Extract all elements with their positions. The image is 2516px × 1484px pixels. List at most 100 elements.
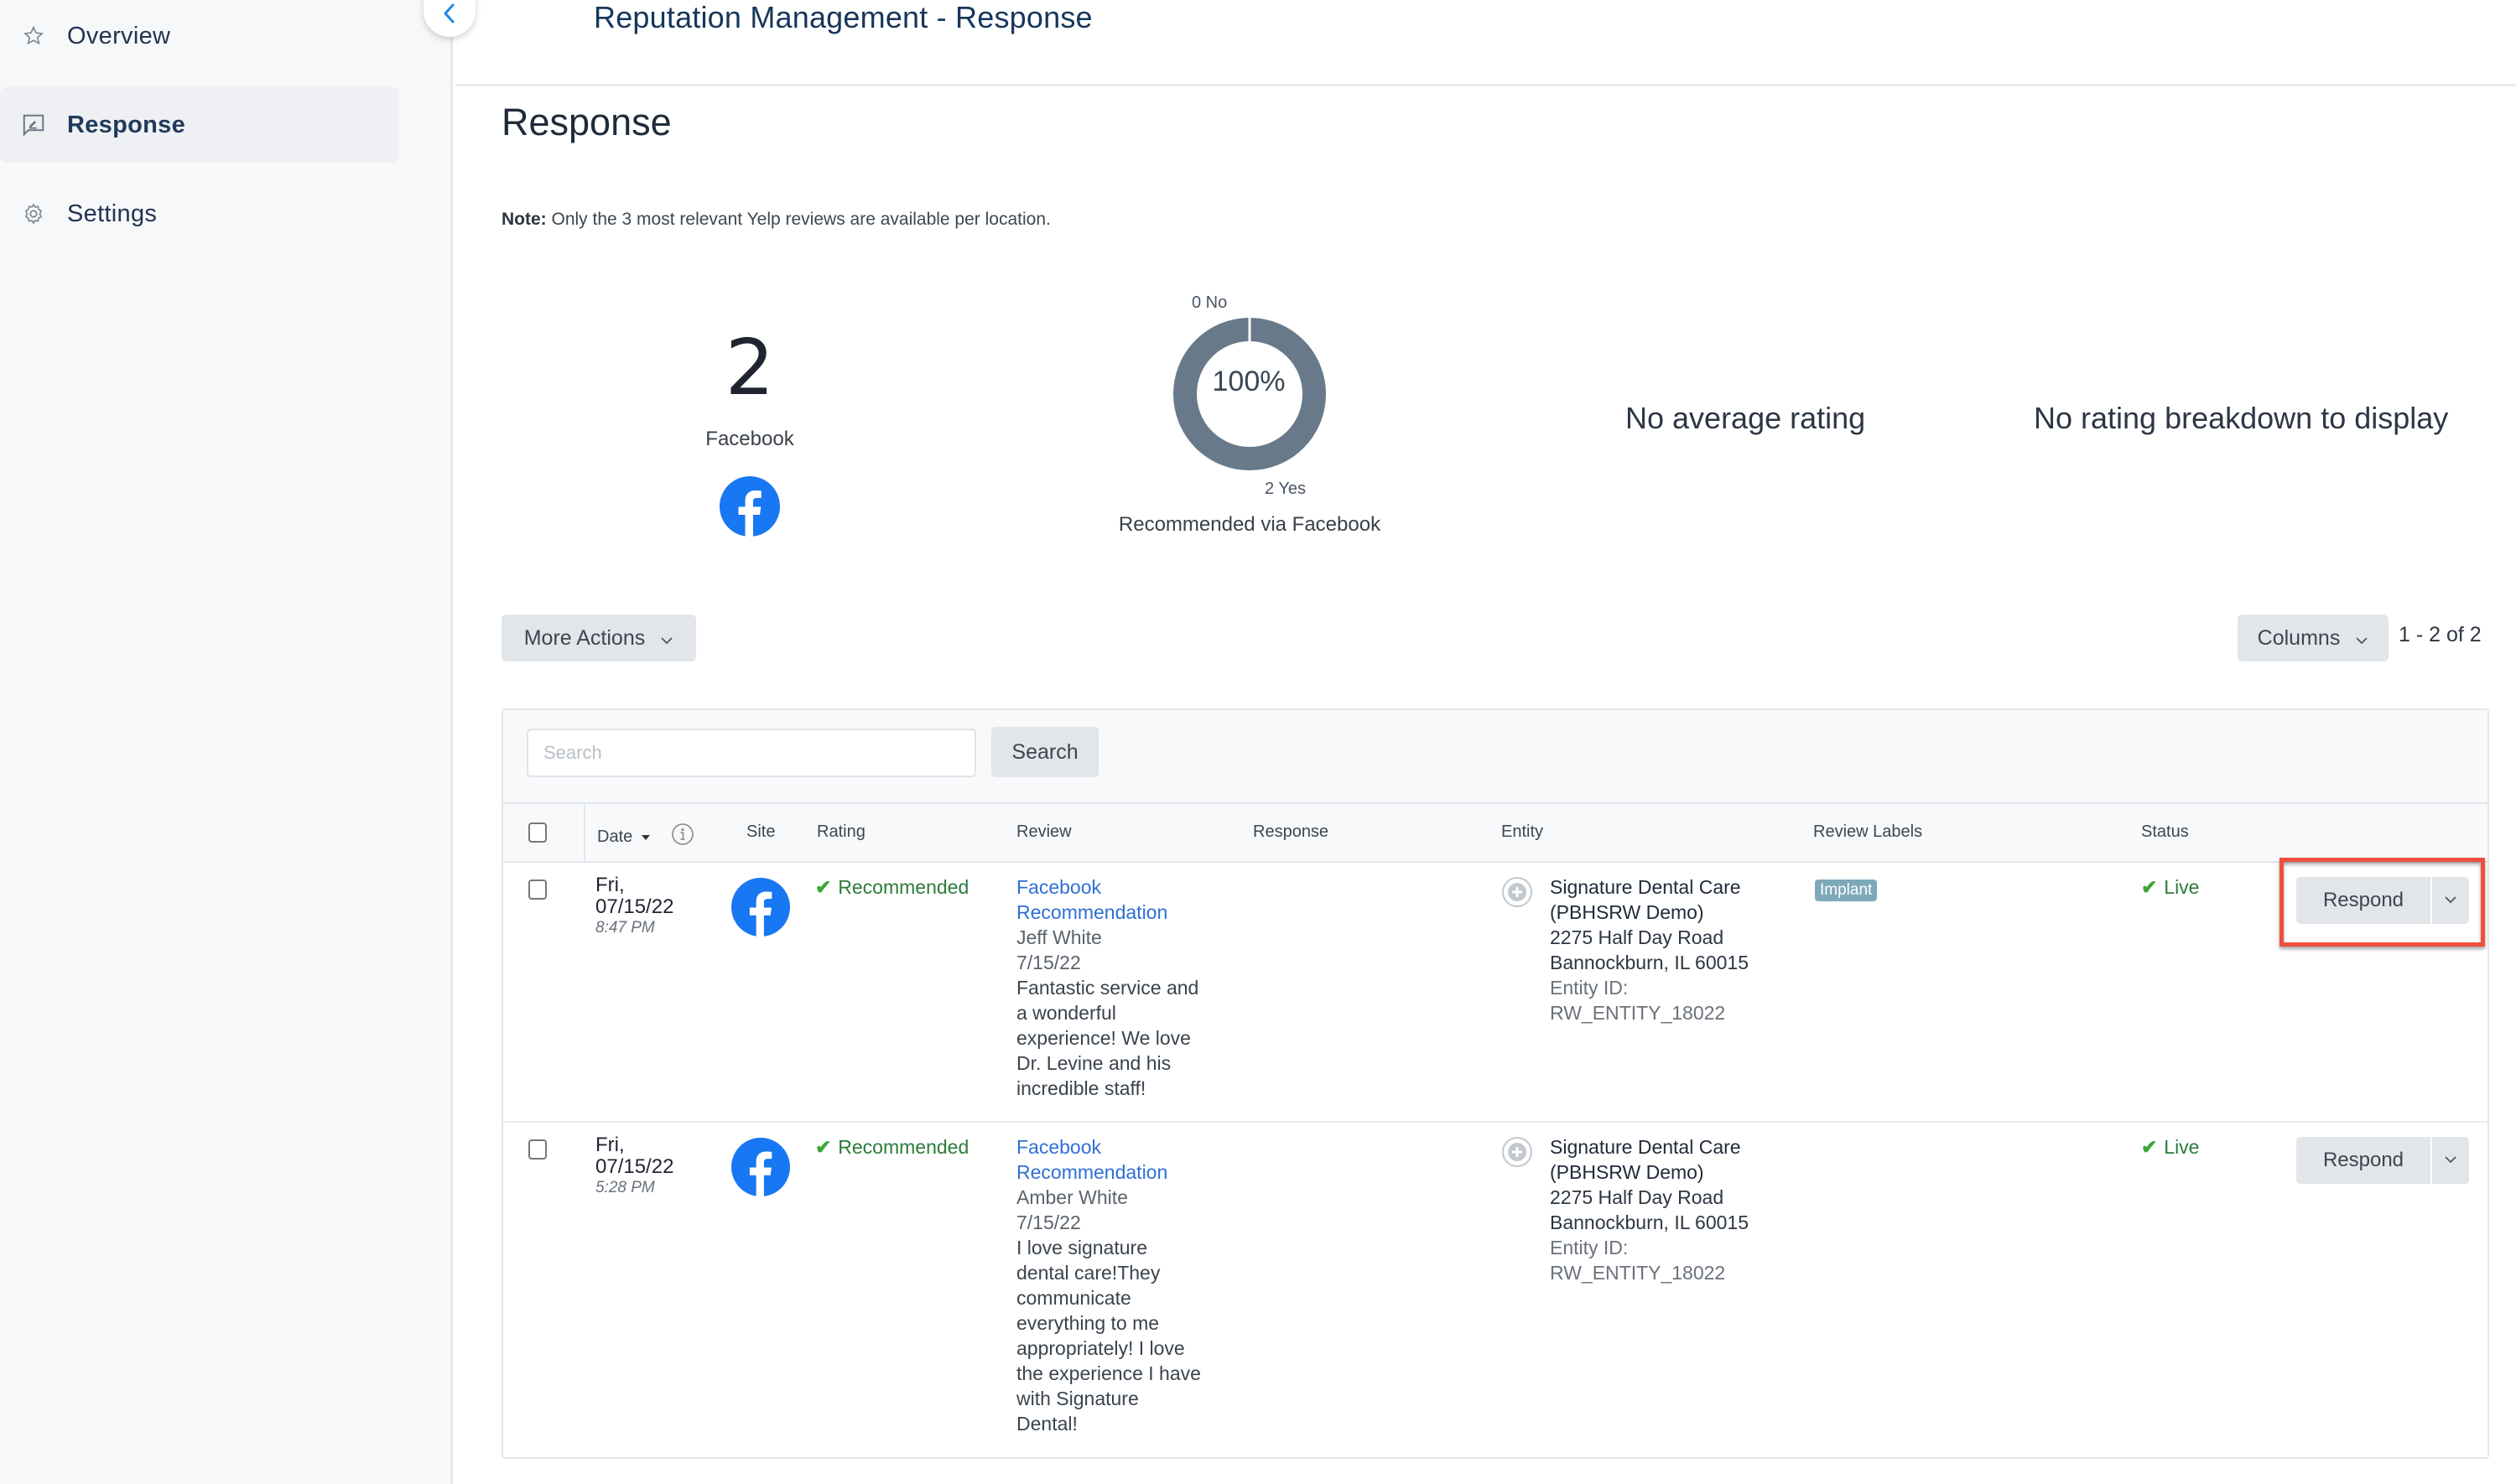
- more-actions-button[interactable]: More Actions: [502, 615, 696, 662]
- review-cell: Facebook Recommendation Amber White 7/15/…: [1016, 1134, 1235, 1436]
- review-body-line: Dental!: [1016, 1413, 1078, 1435]
- sidebar-item-settings[interactable]: Settings: [0, 176, 399, 252]
- review-link[interactable]: Facebook Recommendation: [1016, 874, 1235, 925]
- note-label: Note:: [502, 210, 547, 229]
- date-cell: Fri, 07/15/22 8:47 PM: [595, 874, 673, 938]
- row-checkbox[interactable]: [528, 880, 547, 900]
- sidebar-item-overview[interactable]: Overview: [0, 0, 399, 72]
- review-body-line: dental care!They: [1016, 1262, 1161, 1284]
- table-row: Fri, 07/15/22 8:47 PM ✔ Recommended Face…: [503, 858, 2487, 1123]
- select-all-checkbox[interactable]: [528, 822, 547, 843]
- facebook-icon: [731, 878, 790, 942]
- check-icon: ✔: [2141, 1136, 2158, 1158]
- review-count-label: Facebook: [705, 428, 794, 450]
- respond-button[interactable]: Respond: [2296, 1137, 2430, 1184]
- status-cell: ✔ Live: [2141, 1134, 2199, 1160]
- column-header-site: Site: [746, 822, 776, 841]
- reviewer-name: Jeff White: [1016, 926, 1102, 948]
- respond-options-button[interactable]: [2432, 877, 2469, 924]
- respond-split-button: Respond: [2296, 1137, 2469, 1184]
- header-divider: [584, 804, 585, 863]
- review-label-badge[interactable]: Implant: [1815, 880, 1878, 901]
- chevron-down-icon: [2355, 626, 2368, 651]
- date-day: Fri,: [595, 1134, 625, 1156]
- review-link[interactable]: Facebook Recommendation: [1016, 1134, 1235, 1185]
- sidebar: Overview Response Settings: [0, 0, 453, 1484]
- gear-icon: [0, 202, 67, 226]
- review-body-line: communicate: [1016, 1287, 1131, 1309]
- respond-split-button: Respond: [2296, 877, 2469, 924]
- entity-name-line: (PBHSRW Demo): [1550, 1161, 1704, 1183]
- review-body-line: appropriately! I love: [1016, 1337, 1185, 1359]
- rating-value: Recommended: [838, 876, 969, 898]
- yelp-note: Note: Only the 3 most relevant Yelp revi…: [502, 210, 1051, 230]
- entity-id-label: Entity ID:: [1550, 1237, 1629, 1258]
- chevron-down-icon: [660, 626, 673, 651]
- search-button[interactable]: Search: [991, 727, 1099, 777]
- sidebar-item-label: Overview: [67, 22, 171, 49]
- check-icon: ✔: [815, 1136, 832, 1158]
- entity-address-line-2: Bannockburn, IL 60015: [1550, 1212, 1749, 1233]
- review-date: 7/15/22: [1016, 1212, 1081, 1233]
- date-value: 07/15/22: [595, 1155, 674, 1178]
- column-header-rating: Rating: [817, 822, 866, 841]
- facebook-icon: [731, 1138, 790, 1202]
- date-time: 8:47 PM: [595, 919, 655, 937]
- more-actions-label: More Actions: [523, 625, 646, 650]
- page-title: Response: [502, 101, 672, 143]
- review-body-line: with Signature: [1016, 1388, 1139, 1409]
- info-icon[interactable]: [671, 822, 694, 851]
- sidebar-item-label: Settings: [67, 200, 158, 227]
- review-body-line: Dr. Levine and his: [1016, 1052, 1172, 1074]
- review-date: 7/15/22: [1016, 952, 1081, 973]
- entity-address-line-2: Bannockburn, IL 60015: [1550, 952, 1749, 973]
- review-title-line: Facebook: [1016, 1136, 1102, 1158]
- entity-name-line: (PBHSRW Demo): [1550, 901, 1704, 923]
- date-cell: Fri, 07/15/22 5:28 PM: [595, 1134, 673, 1198]
- star-icon: [0, 25, 67, 47]
- column-header-status: Status: [2141, 822, 2189, 841]
- columns-button[interactable]: Columns: [2238, 615, 2389, 662]
- review-title-line: Facebook: [1016, 876, 1102, 898]
- table-row: Fri, 07/15/22 5:28 PM ✔ Recommended Face…: [503, 1123, 2487, 1458]
- donut-center-label: 100%: [1212, 366, 1286, 397]
- check-icon: ✔: [815, 876, 832, 898]
- search-bar: Search: [503, 710, 2487, 804]
- rating-value: Recommended: [838, 1136, 969, 1158]
- entity-name: Signature Dental Care (PBHSRW Demo): [1550, 874, 1793, 925]
- review-count: 2: [725, 323, 775, 413]
- entity-id: RW_ENTITY_18022: [1550, 1002, 1726, 1024]
- row-checkbox[interactable]: [528, 1139, 547, 1160]
- column-header-review: Review: [1016, 822, 1072, 841]
- chevron-left-icon: [441, 3, 458, 29]
- status-value: Live: [2164, 876, 2200, 898]
- review-title-line: Recommendation: [1016, 901, 1168, 923]
- table-header: Date Site Rating Review Response Entity …: [503, 804, 2487, 863]
- facebook-icon: [720, 476, 780, 537]
- respond-button[interactable]: Respond: [2296, 877, 2430, 924]
- search-input[interactable]: [527, 729, 976, 777]
- rating-cell: ✔ Recommended: [815, 1134, 969, 1160]
- entity-name-line: Signature Dental Care: [1550, 876, 1741, 898]
- status-value: Live: [2164, 1136, 2200, 1158]
- sidebar-item-response[interactable]: Response: [0, 87, 399, 163]
- sidebar-item-label: Response: [67, 111, 185, 138]
- review-body: I love signature dental care!They communic…: [1016, 1235, 1235, 1436]
- app-title: Reputation Management - Response: [594, 0, 1093, 34]
- column-header-review-labels: Review Labels: [1813, 822, 1923, 841]
- sort-desc-icon: [641, 827, 651, 847]
- date-day: Fri,: [595, 874, 625, 896]
- respond-options-button[interactable]: [2432, 1137, 2469, 1184]
- entity-id: RW_ENTITY_18022: [1550, 1262, 1726, 1284]
- check-icon: ✔: [2141, 876, 2158, 898]
- reviewer-name: Amber White: [1016, 1186, 1128, 1208]
- entity-name: Signature Dental Care (PBHSRW Demo): [1550, 1134, 1793, 1185]
- no-average-rating: No average rating: [1625, 401, 1866, 435]
- review-title-line: Recommendation: [1016, 1161, 1168, 1183]
- review-body-line: incredible staff!: [1016, 1077, 1146, 1099]
- review-body-line: a wonderful: [1016, 1002, 1116, 1024]
- column-header-entity: Entity: [1501, 822, 1544, 841]
- column-header-date[interactable]: Date: [597, 822, 694, 851]
- note-text: Only the 3 most relevant Yelp reviews ar…: [546, 210, 1051, 229]
- rating-cell: ✔ Recommended: [815, 874, 969, 900]
